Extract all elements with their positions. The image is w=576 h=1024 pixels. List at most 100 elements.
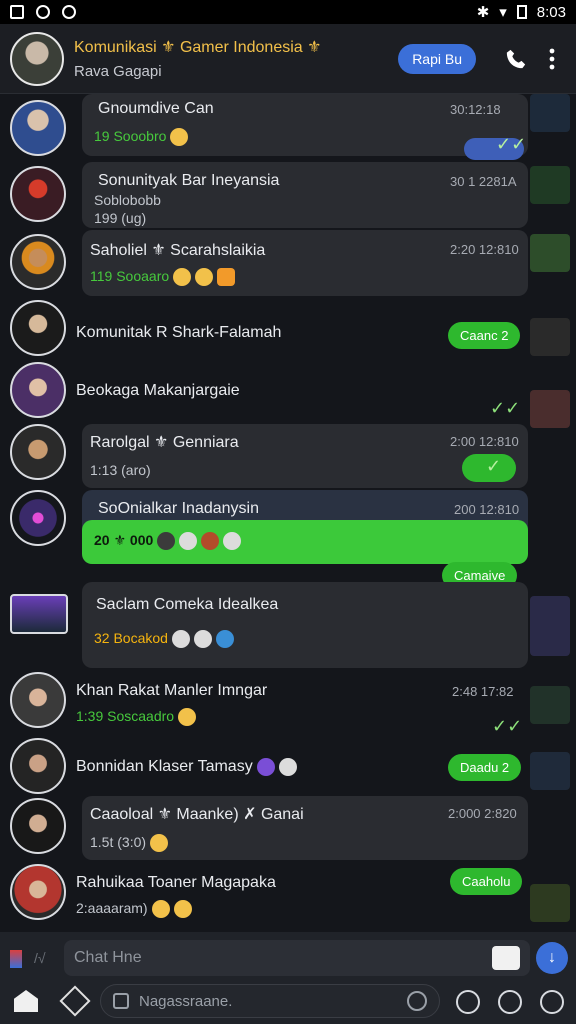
chat-time: 30 1 2281A: [450, 174, 517, 189]
group-title: Komunikasi ⚜ Gamer Indonesia ⚜: [74, 39, 322, 56]
chat-time: 2:20 12:810: [450, 242, 519, 257]
avatar: [10, 864, 66, 920]
chat-row[interactable]: Beokaga Makanjargaie ✓✓: [0, 362, 576, 428]
read-check-icon: ✓✓: [496, 134, 527, 154]
emoji-icon: [151, 900, 170, 919]
chat-preview: Soblobobb: [94, 192, 161, 208]
chat-name: Komunitak R Shark-Falamah: [76, 324, 282, 341]
chat-row[interactable]: Saholiel ⚜ Scarahslaikia 2:20 12:810 119…: [0, 230, 576, 300]
status-pill[interactable]: Daadu 2: [448, 754, 522, 781]
emoji-icon: [173, 900, 192, 919]
media-thumbnail[interactable]: [530, 884, 570, 922]
chat-row[interactable]: SoOnialkar Inadanysin 200 12:810 20 ⚜ 00…: [0, 490, 576, 590]
chat-row[interactable]: Rahuikaa Toaner Magapaka 2:aaaaram) Caah…: [0, 864, 576, 930]
header-action-button[interactable]: Rapi Bu: [398, 43, 476, 74]
battery-icon: [516, 5, 527, 19]
emoji-icon: [256, 758, 275, 776]
emoji-icon: [217, 268, 236, 287]
read-check-icon: ✓✓: [492, 716, 523, 736]
chat-name: Caaoloal ⚜ Maanke) ✗ Ganai: [90, 806, 304, 823]
chat-preview: 1:13 (aro): [90, 462, 151, 478]
chat-preview: 32 Bocakod: [94, 630, 234, 649]
avatar: [10, 672, 66, 728]
emoji-icon: [193, 630, 212, 649]
read-check-icon: ✓: [486, 456, 502, 476]
phone-icon[interactable]: [502, 45, 530, 73]
emoji-icon: [201, 532, 220, 551]
chat-name: Saclam Comeka Idealkea: [96, 596, 279, 613]
group-avatar[interactable]: [10, 31, 64, 86]
emoji-icon: [195, 268, 214, 287]
avatar: [10, 362, 66, 418]
avatar: [10, 424, 66, 480]
camera-icon[interactable]: [492, 946, 520, 970]
flag-icon[interactable]: [10, 950, 22, 968]
alert-icon[interactable]: [456, 990, 480, 1014]
emoji-icon: [223, 532, 242, 551]
chat-row[interactable]: Sonunityak Bar Ineyansia 30 1 2281A Sobl…: [0, 160, 576, 230]
app-icon: [36, 5, 50, 19]
status-bar: ✱ ▾ 8:03: [0, 0, 576, 24]
emoji-icon: [278, 758, 297, 776]
composer: /√ Chat Hne ↓ Nagassraane.: [0, 932, 576, 1024]
chat-name: Gnoumdive Can: [98, 100, 214, 117]
media-thumbnail[interactable]: [530, 318, 570, 356]
home-icon[interactable]: [14, 990, 38, 1012]
avatar: [10, 738, 66, 794]
chat-name: Khan Rakat Manler Imngar: [76, 682, 268, 699]
emoji-icon: [157, 532, 176, 551]
avatar: [10, 798, 66, 854]
send-button[interactable]: ↓: [536, 942, 568, 974]
chat-row[interactable]: Komunitak R Shark-Falamah Caanc 2: [0, 300, 576, 362]
group-subtitle: Rava Gagapi: [74, 63, 162, 80]
media-thumbnail[interactable]: [530, 686, 570, 724]
chat-preview: 20 ⚜ 000: [94, 532, 242, 551]
media-thumbnail[interactable]: [530, 596, 570, 656]
media-thumbnail[interactable]: [530, 752, 570, 790]
avatar: [10, 490, 66, 546]
avatar: [10, 300, 66, 356]
chat-row[interactable]: Caaoloal ⚜ Maanke) ✗ Ganai 2:000 2:820 1…: [0, 796, 576, 862]
chat-list[interactable]: Gnoumdive Can 30:12:18 19 Sooobro ✓✓ Son…: [0, 94, 576, 932]
status-pill[interactable]: Caaholu: [450, 868, 523, 895]
chat-time: 2:00 12:810: [450, 434, 519, 449]
read-check-icon: ✓✓: [490, 398, 521, 418]
emoji-icon: [171, 630, 190, 649]
status-pill[interactable]: Caanc 2: [448, 322, 521, 349]
media-thumbnail[interactable]: [530, 390, 570, 428]
chat-row[interactable]: Khan Rakat Manler Imngar 2:48 17:82 1:39…: [0, 672, 576, 738]
power-icon[interactable]: [498, 990, 522, 1014]
chat-row[interactable]: Gnoumdive Can 30:12:18 19 Sooobro ✓✓: [0, 94, 576, 160]
chat-name: Rahuikaa Toaner Magapaka: [76, 874, 276, 891]
emoji-icon: [179, 532, 198, 551]
chat-name: SoOnialkar Inadanysin: [98, 500, 259, 517]
emoji-icon: [150, 834, 169, 853]
circle-icon: [62, 5, 76, 19]
chat-input[interactable]: Chat Hne: [64, 940, 530, 976]
chat-name: Beokaga Makanjargaie: [76, 382, 240, 399]
slash-icon[interactable]: /√: [34, 950, 46, 966]
chat-row[interactable]: Bonnidan Klaser Tamasy Daadu 2: [0, 738, 576, 798]
mic-icon[interactable]: [407, 991, 427, 1011]
media-thumbnail[interactable]: [530, 94, 570, 132]
more-options-icon[interactable]: [538, 45, 566, 73]
media-thumbnail[interactable]: [530, 234, 570, 272]
shape-icon[interactable]: [59, 985, 91, 1017]
avatar: [10, 234, 66, 290]
chat-header: Komunikasi ⚜ Gamer Indonesia ⚜ Rava Gaga…: [0, 24, 576, 94]
chat-row[interactable]: Saclam Comeka Idealkea 32 Bocakod: [0, 582, 576, 676]
chat-time: 30:12:18: [450, 102, 501, 117]
search-input[interactable]: Nagassraane.: [100, 984, 440, 1018]
clock: 8:03: [536, 3, 566, 21]
info-icon[interactable]: [540, 990, 564, 1014]
chat-preview: 1:39 Soscaadro: [76, 708, 197, 727]
search-icon: [113, 993, 129, 1009]
chat-time: 2:48 17:82: [452, 684, 514, 699]
chat-row[interactable]: Rarolgal ⚜ Genniara 2:00 12:810 1:13 (ar…: [0, 424, 576, 490]
chat-time: 2:000 2:820: [448, 806, 517, 821]
emoji-icon: [170, 128, 189, 147]
chat-time: 200 12:810: [454, 502, 520, 517]
avatar: [10, 100, 66, 156]
chat-bubble: [82, 582, 528, 668]
media-thumbnail[interactable]: [530, 166, 570, 204]
